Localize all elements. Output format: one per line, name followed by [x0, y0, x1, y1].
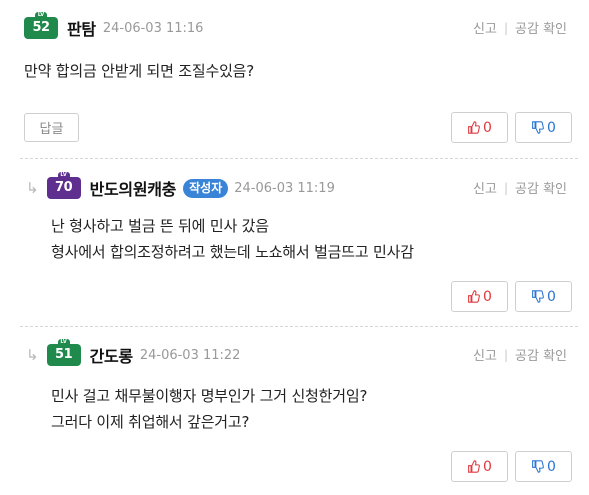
separator: |	[503, 20, 509, 35]
reply-arrow-icon: ↳	[26, 345, 39, 364]
thumbs-up-icon	[468, 290, 480, 303]
comment-reply: ↳ LV 51 간도롱 24-06-03 11:22 신고 | 공감 확인 민사…	[0, 327, 589, 495]
level-badge: LV 52	[24, 12, 58, 39]
comment-body: 민사 걸고 채무불이행자 명부인가 그거 신청한거임? 그러다 이제 취업해서 …	[51, 383, 367, 435]
report-link[interactable]: 신고	[473, 178, 497, 197]
comment-line: 민사 걸고 채무불이행자 명부인가 그거 신청한거임?	[51, 387, 368, 405]
comment-reply: ↳ LV 70 반도의원캐충 작성자 24-06-03 11:19 신고 | 공…	[0, 160, 589, 325]
comment-divider	[20, 158, 578, 159]
like-check-link[interactable]: 공감 확인	[515, 178, 567, 197]
comment-actions: 신고 | 공감 확인	[473, 18, 567, 38]
comment-body: 만약 합의금 안받게 되면 조질수있음?	[24, 58, 254, 84]
like-check-link[interactable]: 공감 확인	[515, 18, 567, 37]
downvote-button[interactable]: 0	[515, 281, 572, 312]
thumbs-down-icon	[532, 460, 544, 473]
nickname[interactable]: 간도롱	[90, 343, 134, 367]
comment-header: ↳ LV 70 반도의원캐충 작성자 24-06-03 11:19	[26, 172, 335, 200]
timestamp: 24-06-03 11:22	[139, 347, 241, 363]
upvote-count: 0	[483, 119, 492, 136]
nickname[interactable]: 반도의원캐충	[90, 176, 177, 200]
reply-arrow-icon: ↳	[26, 178, 39, 197]
separator: |	[503, 347, 509, 362]
timestamp: 24-06-03 11:19	[234, 180, 335, 196]
downvote-count: 0	[547, 288, 556, 305]
level-cap-label: LV	[35, 12, 47, 19]
author-badge: 작성자	[183, 178, 229, 198]
upvote-count: 0	[483, 458, 492, 475]
level-cap-label: LV	[57, 172, 70, 179]
thumbs-up-icon	[468, 460, 480, 473]
downvote-button[interactable]: 0	[515, 451, 572, 482]
level-number: 70	[55, 180, 73, 195]
upvote-button[interactable]: 0	[451, 451, 508, 482]
downvote-button[interactable]: 0	[515, 112, 572, 143]
comment-line: 만약 합의금 안받게 되면 조질수있음?	[24, 62, 255, 80]
comment-header: ↳ LV 51 간도롱 24-06-03 11:22	[26, 339, 241, 367]
thumbs-down-icon	[532, 290, 544, 303]
level-cap-label: LV	[57, 339, 70, 346]
level-number: 51	[55, 347, 73, 362]
comment-actions: 신고 | 공감 확인	[473, 178, 567, 198]
downvote-count: 0	[547, 458, 556, 475]
upvote-count: 0	[483, 288, 492, 305]
thumbs-up-icon	[468, 121, 480, 134]
comment-line: 그러다 이제 취업해서 갚은거고?	[51, 413, 250, 431]
comment-body: 난 형사하고 벌금 뜬 뒤에 민사 갔음 형사에서 합의조정하려고 했는데 노쇼…	[51, 213, 414, 265]
thumbs-down-icon	[532, 121, 544, 134]
separator: |	[503, 180, 509, 195]
level-badge: LV 51	[46, 339, 81, 366]
upvote-button[interactable]: 0	[451, 112, 508, 143]
level-badge: LV 70	[46, 172, 81, 199]
comment-actions: 신고 | 공감 확인	[473, 345, 567, 365]
comment-line: 난 형사하고 벌금 뜬 뒤에 민사 갔음	[51, 217, 269, 235]
like-check-link[interactable]: 공감 확인	[515, 345, 567, 364]
comment-header: LV 52 판탐 24-06-03 11:16	[24, 12, 204, 40]
timestamp: 24-06-03 11:16	[102, 20, 204, 36]
report-link[interactable]: 신고	[473, 345, 497, 364]
nickname[interactable]: 판탐	[67, 16, 96, 40]
level-number: 52	[32, 20, 50, 35]
report-link[interactable]: 신고	[473, 18, 497, 37]
comment: LV 52 판탐 24-06-03 11:16 신고 | 공감 확인 만약 합의…	[0, 0, 589, 158]
downvote-count: 0	[547, 119, 556, 136]
comment-line: 형사에서 합의조정하려고 했는데 노쇼해서 벌금뜨고 민사감	[51, 243, 414, 261]
upvote-button[interactable]: 0	[451, 281, 508, 312]
reply-button[interactable]: 답글	[24, 113, 79, 142]
